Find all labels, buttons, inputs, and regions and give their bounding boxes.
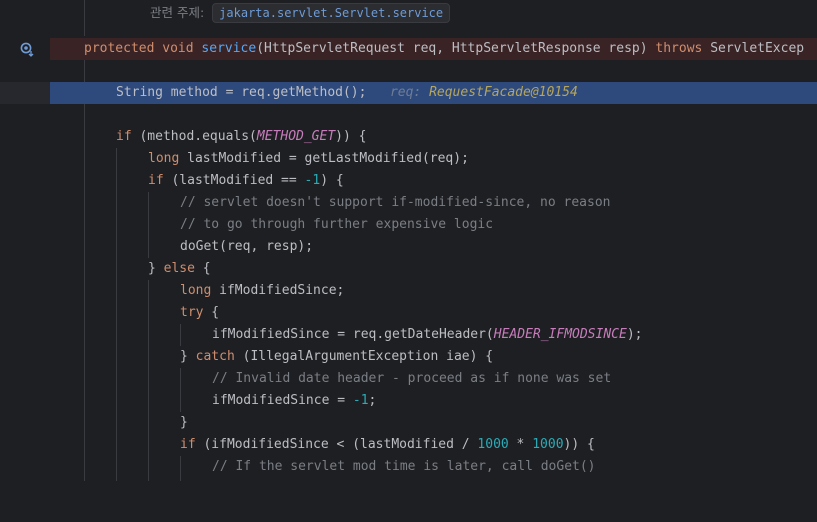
code-text: { — [203, 305, 220, 320]
code-text: (IllegalArgumentException iae) { — [234, 349, 494, 364]
code-text: { — [194, 261, 211, 276]
code-text: ifModifiedSince = — [212, 393, 353, 408]
related-topic-label: 관련 주제: — [150, 5, 205, 20]
debug-inline-name: req: — [389, 85, 422, 100]
code-text: (method.equals( — [131, 129, 257, 144]
keyword: if — [180, 437, 196, 452]
keyword: long — [180, 283, 212, 298]
code-text: (HttpServletRequest req, HttpServletResp… — [256, 41, 648, 56]
debug-inline-value[interactable]: RequestFacade@10154 — [429, 85, 578, 100]
code-line[interactable]: ifModifiedSince = req.getDateHeader(HEAD… — [50, 324, 817, 346]
comment: // If the servlet mod time is later, cal… — [212, 459, 596, 474]
code-line[interactable]: if (lastModified == -1) { — [50, 170, 817, 192]
code-text: (ifModifiedSince < (lastModified / — [195, 437, 478, 452]
operator: * — [508, 437, 533, 452]
editor-gutter[interactable] — [0, 0, 50, 481]
code-line[interactable]: long ifModifiedSince; — [50, 280, 817, 302]
code-editor[interactable]: 관련 주제: jakarta.servlet.Servlet.service p… — [50, 0, 817, 481]
comment: // servlet doesn't support if-modified-s… — [180, 195, 611, 210]
keyword: else — [163, 261, 195, 276]
indent-guide — [84, 60, 85, 82]
number: 1000 — [477, 437, 509, 452]
code-line[interactable]: if (method.equals(METHOD_GET)) { — [50, 126, 817, 148]
code-line[interactable]: if (ifModifiedSince < (lastModified / 10… — [50, 434, 817, 456]
code-text: String method = req.getMethod(); — [116, 85, 367, 100]
debug-breakpoint-icon[interactable] — [19, 41, 35, 57]
method-name: service — [201, 41, 257, 56]
code-line[interactable]: ifModifiedSince = -1; — [50, 390, 817, 412]
code-text: ServletExcep — [710, 41, 805, 56]
code-line[interactable]: // If the servlet mod time is later, cal… — [50, 456, 817, 478]
keyword: void — [162, 41, 194, 56]
code-text: } — [148, 261, 164, 276]
code-text: } — [180, 349, 196, 364]
code-line[interactable]: } else { — [50, 258, 817, 280]
code-text: ifModifiedSince; — [211, 283, 345, 298]
code-line[interactable]: doGet(req, resp); — [50, 236, 817, 258]
keyword: long — [148, 151, 180, 166]
code-text: ifModifiedSince = req.getDateHeader( — [212, 327, 494, 342]
keyword: try — [180, 305, 204, 320]
keyword: if — [116, 129, 132, 144]
keyword: protected — [84, 41, 155, 56]
execution-gutter-cell — [0, 82, 50, 104]
comment: // to go through further expensive logic — [180, 217, 494, 232]
code-line[interactable]: } catch (IllegalArgumentException iae) { — [50, 346, 817, 368]
constant: METHOD_GET — [256, 129, 336, 144]
code-text: )) { — [563, 437, 595, 452]
code-line[interactable]: // to go through further expensive logic — [50, 214, 817, 236]
code-line[interactable]: try { — [50, 302, 817, 324]
code-line-method-signature[interactable]: protected void service(HttpServletReques… — [50, 38, 817, 60]
code-text: doGet(req, resp); — [180, 239, 314, 254]
related-topic-hint: 관련 주제: jakarta.servlet.Servlet.service — [150, 3, 451, 23]
number: 1000 — [532, 437, 564, 452]
comment: // Invalid date header - proceed as if n… — [212, 371, 612, 386]
code-line[interactable]: long lastModified = getLastModified(req)… — [50, 148, 817, 170]
constant: HEADER_IFMODSINCE — [493, 327, 627, 342]
code-text: ); — [626, 327, 643, 342]
keyword: throws — [655, 41, 703, 56]
code-line[interactable]: // Invalid date header - proceed as if n… — [50, 368, 817, 390]
keyword: if — [148, 173, 164, 188]
indent-guide — [84, 0, 85, 36]
number: -1 — [352, 393, 369, 408]
code-text: ) { — [320, 173, 344, 188]
code-text: ; — [368, 393, 377, 408]
code-text: lastModified = getLastModified(req); — [179, 151, 469, 166]
related-topic-link[interactable]: jakarta.servlet.Servlet.service — [212, 3, 451, 23]
code-line-current-execution[interactable]: String method = req.getMethod(); req: Re… — [50, 82, 817, 104]
code-line[interactable]: } — [50, 412, 817, 434]
code-text: )) { — [335, 129, 367, 144]
code-line[interactable]: // servlet doesn't support if-modified-s… — [50, 192, 817, 214]
code-text: (lastModified == — [163, 173, 305, 188]
keyword: catch — [195, 349, 235, 364]
code-text: } — [180, 415, 188, 430]
number: -1 — [304, 173, 321, 188]
